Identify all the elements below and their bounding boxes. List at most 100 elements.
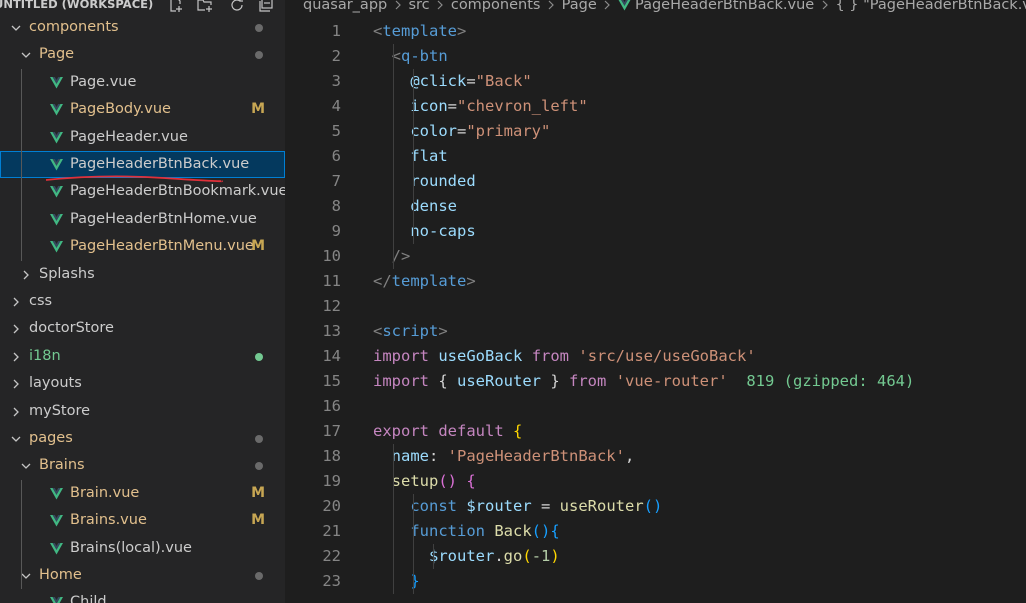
- code-token: >: [438, 322, 448, 340]
- folder-item[interactable]: Brains: [0, 452, 285, 479]
- file-item[interactable]: Brains(local).vue: [0, 535, 285, 562]
- folder-item[interactable]: css: [0, 288, 285, 315]
- tree-item-label: css: [29, 293, 53, 309]
- folder-item[interactable]: i18n: [0, 343, 285, 370]
- new-file-icon[interactable]: [168, 0, 184, 13]
- chevron-down-icon: [10, 14, 24, 41]
- tree-item-label: i18n: [29, 347, 61, 364]
- tree-item-label: PageBody.vue: [70, 101, 171, 118]
- file-item[interactable]: PageHeaderBtnBack.vue: [0, 151, 285, 183]
- chevron-right-icon: [10, 343, 24, 370]
- code-token: {: [466, 472, 476, 490]
- vue-file-icon: [50, 206, 64, 233]
- code-token: "primary": [466, 122, 551, 140]
- code-token: 'vue-router': [615, 372, 728, 390]
- file-item[interactable]: Child: [0, 589, 285, 603]
- collapse-all-icon[interactable]: [258, 0, 274, 13]
- code-token: </: [373, 272, 392, 290]
- breadcrumb-item[interactable]: components: [451, 0, 541, 13]
- code-line: 22 $router.go(-1): [285, 544, 1026, 569]
- file-item[interactable]: PageHeaderBtnMenu.vue M: [0, 233, 285, 260]
- code-token: />: [391, 247, 411, 265]
- modified-badge: M: [251, 101, 265, 118]
- code-token: from: [531, 347, 570, 365]
- code-text: icon="chevron_left": [373, 94, 587, 119]
- folder-item[interactable]: layouts: [0, 370, 285, 397]
- line-number: 15: [322, 372, 341, 390]
- chevron-right-icon: [10, 288, 24, 315]
- code-text: name: 'PageHeaderBtnBack',: [373, 444, 635, 469]
- code-token: {: [550, 522, 560, 540]
- code-text: </template>: [373, 269, 476, 294]
- tree-item-label: layouts: [29, 375, 82, 392]
- indent-guide: [433, 544, 434, 569]
- file-item[interactable]: Brain.vue M: [0, 480, 285, 507]
- line-number: 13: [322, 322, 341, 340]
- line-number: 6: [331, 147, 341, 165]
- code-token: =: [466, 72, 476, 90]
- breadcrumb-item[interactable]: src: [408, 0, 429, 13]
- code-text: <q-btn: [373, 44, 448, 69]
- code-token: {: [438, 372, 458, 390]
- code-line: 7 rounded: [285, 169, 1026, 194]
- code-text: <script>: [373, 319, 448, 344]
- status-dot: [255, 435, 263, 443]
- indent-guide: [21, 479, 22, 590]
- code-token: (): [531, 522, 551, 540]
- folder-item[interactable]: Splashs: [0, 261, 285, 288]
- modified-badge: M: [251, 484, 265, 501]
- status-dot: [255, 352, 263, 361]
- file-item[interactable]: PageHeader.vue: [0, 124, 285, 151]
- breadcrumb-item[interactable]: { } "PageHeaderBtnBack.vue": [835, 0, 1026, 13]
- code-line: 23 }: [285, 569, 1026, 594]
- file-item[interactable]: Brains.vue M: [0, 507, 285, 534]
- file-item[interactable]: Page.vue: [0, 69, 285, 96]
- tree-item-label: Brains.vue: [70, 512, 147, 529]
- breadcrumb-item[interactable]: PageHeaderBtnBack.vue: [635, 0, 814, 13]
- code-line: 6 flat: [285, 144, 1026, 169]
- file-item[interactable]: PageBody.vue M: [0, 96, 285, 123]
- file-item[interactable]: PageHeaderBtnHome.vue: [0, 206, 285, 233]
- new-folder-icon[interactable]: [197, 0, 213, 13]
- code-token: $router: [429, 547, 495, 565]
- folder-item[interactable]: doctorStore: [0, 315, 285, 342]
- folder-item[interactable]: pages: [0, 425, 285, 452]
- tree-item-label: Splashs: [39, 265, 95, 282]
- workspace-title[interactable]: UNTITLED (WORKSPACE): [0, 0, 153, 10]
- code-editor[interactable]: 1 <template> 2 <q-btn 3 @click="Back" 4 icon…: [285, 16, 1026, 603]
- line-number: 7: [331, 172, 341, 190]
- breadcrumb-separator-icon: [392, 0, 404, 15]
- code-line: 3 @click="Back": [285, 69, 1026, 94]
- code-line: 11 </template>: [285, 269, 1026, 294]
- refresh-icon[interactable]: [229, 0, 245, 13]
- modified-badge: M: [251, 238, 265, 255]
- breadcrumb-separator-icon: [434, 0, 446, 15]
- code-line: 17 export default {: [285, 419, 1026, 444]
- status-dot: [255, 462, 263, 471]
- code-text: no-caps: [373, 219, 475, 244]
- code-token: .: [494, 547, 504, 565]
- folder-item[interactable]: components: [0, 14, 285, 41]
- code-token: flat: [410, 147, 448, 165]
- vue-file-icon: [50, 96, 64, 123]
- line-number: 14: [322, 347, 341, 365]
- code-token: =: [531, 497, 560, 515]
- breadcrumb-item[interactable]: quasar_app: [303, 0, 387, 13]
- file-item[interactable]: PageHeaderBtnBookmark.vue: [0, 178, 285, 205]
- tree-item-label: pages: [29, 430, 73, 446]
- folder-item[interactable]: Page: [0, 41, 285, 68]
- line-number: 17: [322, 422, 341, 440]
- line-number: 4: [331, 97, 341, 115]
- folder-item[interactable]: Home: [0, 562, 285, 589]
- breadcrumb-item[interactable]: Page: [562, 0, 597, 13]
- folder-item[interactable]: myStore: [0, 398, 285, 425]
- code-token: q-btn: [401, 47, 448, 65]
